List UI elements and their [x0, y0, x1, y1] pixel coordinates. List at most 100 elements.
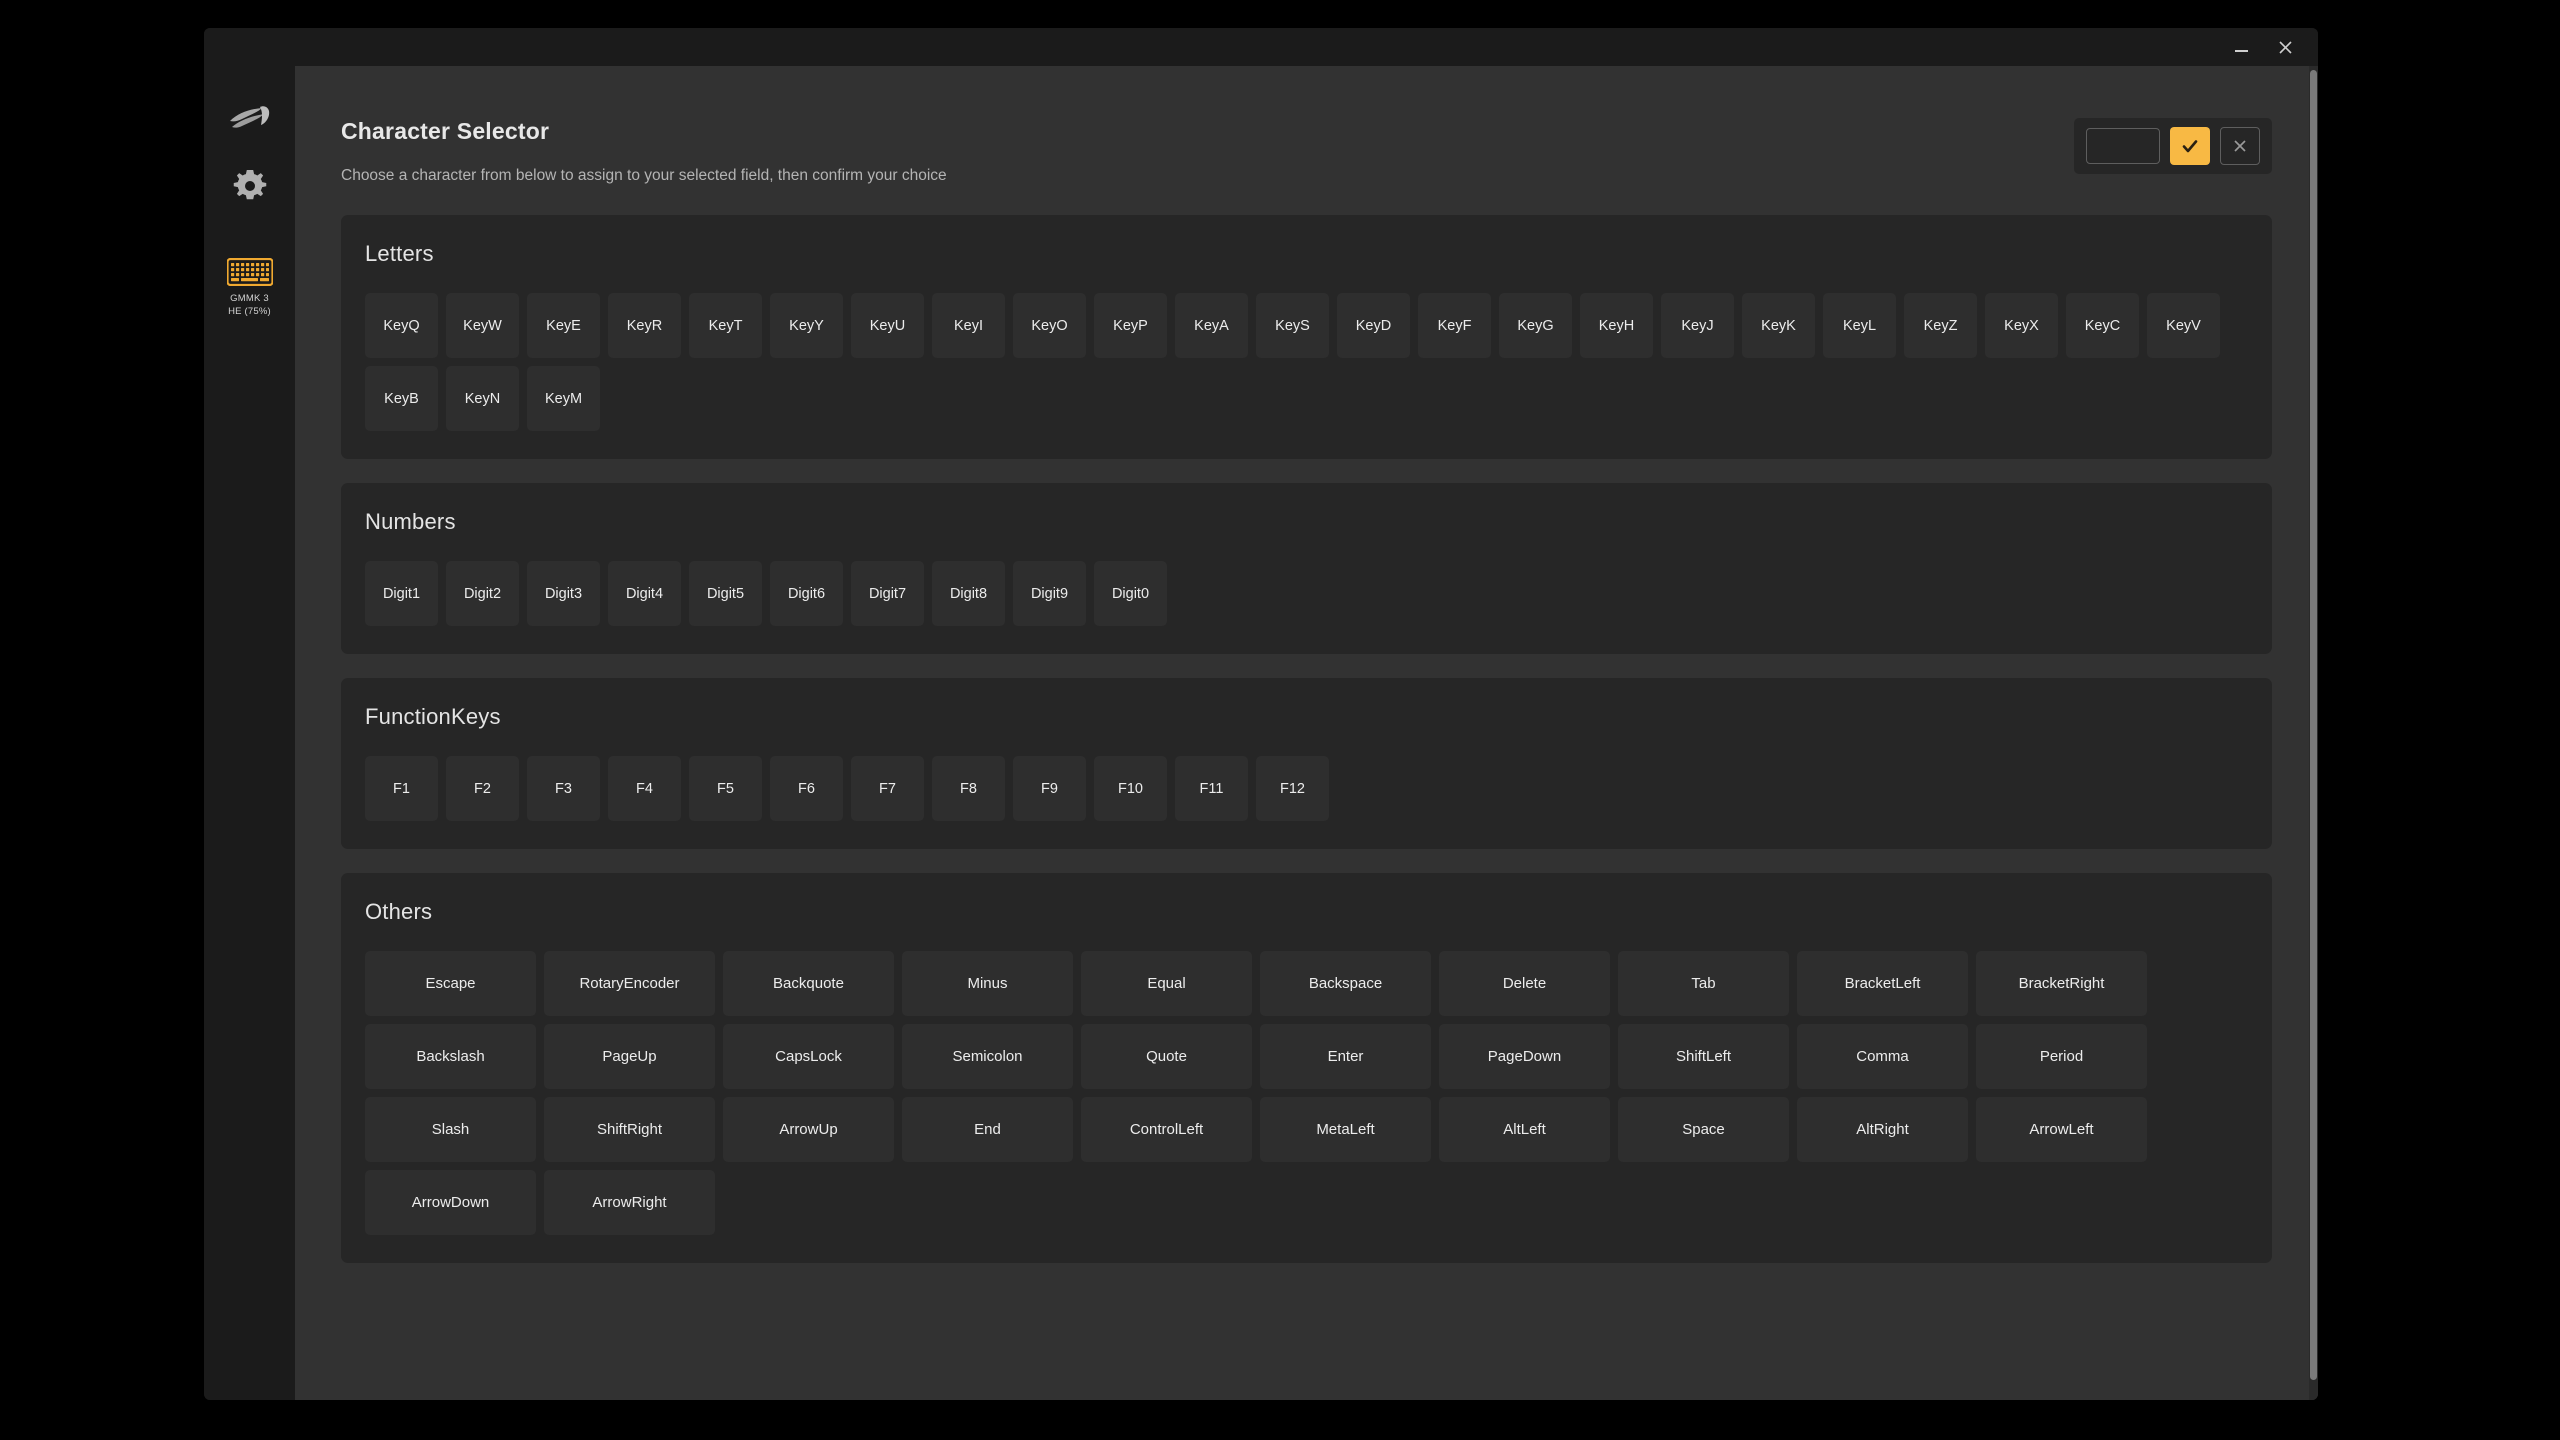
character-key-button[interactable]: KeyM — [527, 366, 600, 432]
character-key-button[interactable]: Delete — [1439, 951, 1610, 1017]
character-key-button[interactable]: Equal — [1081, 951, 1252, 1017]
character-key-button[interactable]: KeyR — [608, 293, 681, 359]
character-key-button[interactable]: F7 — [851, 756, 924, 822]
section-numbers: Numbers Digit1 Digit2 Digit3 Digit4 Digit5 Di… — [341, 483, 2272, 655]
character-key-button[interactable]: F6 — [770, 756, 843, 822]
character-key-button[interactable]: Semicolon — [902, 1024, 1073, 1090]
character-key-button[interactable]: ArrowUp — [723, 1097, 894, 1163]
character-key-button[interactable]: F10 — [1094, 756, 1167, 822]
character-key-button[interactable]: KeyK — [1742, 293, 1815, 359]
character-key-button[interactable]: F4 — [608, 756, 681, 822]
character-key-button[interactable]: End — [902, 1097, 1073, 1163]
sidebar-item-device-gmmk3[interactable]: GMMK 3 HE (75%) — [211, 258, 289, 319]
character-key-button[interactable]: Backspace — [1260, 951, 1431, 1017]
character-key-button[interactable]: KeyF — [1418, 293, 1491, 359]
character-key-button[interactable]: KeyP — [1094, 293, 1167, 359]
character-key-button[interactable]: CapsLock — [723, 1024, 894, 1090]
character-key-button[interactable]: AltLeft — [1439, 1097, 1610, 1163]
gear-icon — [233, 170, 266, 200]
character-key-button[interactable]: KeyB — [365, 366, 438, 432]
minimize-button[interactable] — [2222, 33, 2260, 61]
character-key-button[interactable]: Minus — [902, 951, 1073, 1017]
character-key-button[interactable]: Backquote — [723, 951, 894, 1017]
scrollbar-thumb[interactable] — [2310, 70, 2317, 1380]
content-scroll-region: Character Selector Choose a character fr… — [295, 66, 2318, 1400]
character-key-button[interactable]: F8 — [932, 756, 1005, 822]
character-key-button[interactable]: F5 — [689, 756, 762, 822]
settings-button[interactable] — [228, 164, 272, 208]
character-key-button[interactable]: ArrowLeft — [1976, 1097, 2147, 1163]
close-window-button[interactable] — [2266, 33, 2304, 61]
section-others: Others Escape RotaryEncoder Backquote Minus… — [341, 873, 2272, 1264]
character-key-button[interactable]: Digit2 — [446, 561, 519, 627]
minimize-icon — [2234, 49, 2248, 52]
character-key-button[interactable]: KeyQ — [365, 293, 438, 359]
character-key-button[interactable]: Backslash — [365, 1024, 536, 1090]
content-scrollbar[interactable] — [2309, 66, 2318, 1400]
character-key-button[interactable]: F2 — [446, 756, 519, 822]
character-key-button[interactable]: AltRight — [1797, 1097, 1968, 1163]
character-key-button[interactable]: Digit3 — [527, 561, 600, 627]
confirm-button[interactable] — [2170, 127, 2210, 165]
selected-character-preview[interactable] — [2086, 128, 2160, 164]
character-key-button[interactable]: Slash — [365, 1097, 536, 1163]
character-key-button[interactable]: F12 — [1256, 756, 1329, 822]
character-key-button[interactable]: KeyH — [1580, 293, 1653, 359]
character-key-button[interactable]: KeyG — [1499, 293, 1572, 359]
character-key-button[interactable]: KeyA — [1175, 293, 1248, 359]
character-key-button[interactable]: BracketLeft — [1797, 951, 1968, 1017]
character-key-button[interactable]: KeyC — [2066, 293, 2139, 359]
character-key-button[interactable]: PageDown — [1439, 1024, 1610, 1090]
character-key-button[interactable]: ArrowDown — [365, 1170, 536, 1236]
character-key-button[interactable]: Digit4 — [608, 561, 681, 627]
character-key-button[interactable]: KeyU — [851, 293, 924, 359]
character-key-button[interactable]: MetaLeft — [1260, 1097, 1431, 1163]
character-key-button[interactable]: Period — [1976, 1024, 2147, 1090]
character-key-button[interactable]: KeyY — [770, 293, 843, 359]
character-key-button[interactable]: Comma — [1797, 1024, 1968, 1090]
character-key-button[interactable]: KeyX — [1985, 293, 2058, 359]
section-functionkeys: FunctionKeys F1 F2 F3 F4 F5 F6 F7 F8 F9 F10 F11 F12 — [341, 678, 2272, 850]
character-key-button[interactable]: Quote — [1081, 1024, 1252, 1090]
content-area: Character Selector Choose a character fr… — [295, 66, 2318, 1400]
character-key-button[interactable]: RotaryEncoder — [544, 951, 715, 1017]
character-key-button[interactable]: KeyE — [527, 293, 600, 359]
character-key-button[interactable]: KeyS — [1256, 293, 1329, 359]
character-key-button[interactable]: KeyJ — [1661, 293, 1734, 359]
character-key-button[interactable]: KeyD — [1337, 293, 1410, 359]
character-key-button[interactable]: ControlLeft — [1081, 1097, 1252, 1163]
check-icon — [2182, 140, 2198, 153]
character-key-button[interactable]: ShiftRight — [544, 1097, 715, 1163]
character-key-button[interactable]: KeyN — [446, 366, 519, 432]
cancel-button[interactable] — [2220, 127, 2260, 165]
character-key-button[interactable]: Enter — [1260, 1024, 1431, 1090]
character-key-button[interactable]: KeyL — [1823, 293, 1896, 359]
character-key-button[interactable]: KeyI — [932, 293, 1005, 359]
character-key-button[interactable]: KeyO — [1013, 293, 1086, 359]
character-key-button[interactable]: Digit5 — [689, 561, 762, 627]
character-key-button[interactable]: Escape — [365, 951, 536, 1017]
character-key-button[interactable]: F3 — [527, 756, 600, 822]
character-key-button[interactable]: ArrowRight — [544, 1170, 715, 1236]
character-key-button[interactable]: KeyV — [2147, 293, 2220, 359]
character-key-button[interactable]: Digit7 — [851, 561, 924, 627]
character-key-button[interactable]: Digit1 — [365, 561, 438, 627]
page-subtitle: Choose a character from below to assign … — [341, 167, 947, 184]
character-key-button[interactable]: Digit9 — [1013, 561, 1086, 627]
character-key-button[interactable]: Space — [1618, 1097, 1789, 1163]
character-key-button[interactable]: F11 — [1175, 756, 1248, 822]
character-key-button[interactable]: KeyT — [689, 293, 762, 359]
character-key-button[interactable]: PageUp — [544, 1024, 715, 1090]
character-key-button[interactable]: Digit6 — [770, 561, 843, 627]
character-key-button[interactable]: BracketRight — [1976, 951, 2147, 1017]
glorious-logo-icon — [229, 106, 269, 128]
key-grid-others: Escape RotaryEncoder Backquote Minus Equal Ba… — [365, 951, 2248, 1236]
character-key-button[interactable]: KeyZ — [1904, 293, 1977, 359]
character-key-button[interactable]: Digit8 — [932, 561, 1005, 627]
character-key-button[interactable]: F1 — [365, 756, 438, 822]
character-key-button[interactable]: Tab — [1618, 951, 1789, 1017]
character-key-button[interactable]: F9 — [1013, 756, 1086, 822]
character-key-button[interactable]: Digit0 — [1094, 561, 1167, 627]
character-key-button[interactable]: ShiftLeft — [1618, 1024, 1789, 1090]
character-key-button[interactable]: KeyW — [446, 293, 519, 359]
